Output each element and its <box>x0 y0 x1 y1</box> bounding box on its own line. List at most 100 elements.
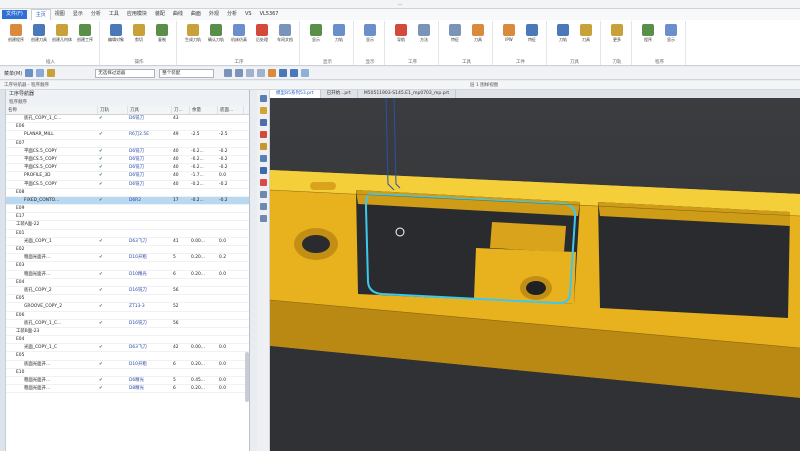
menu-label[interactable]: 菜单(M) <box>4 70 22 77</box>
ribbon-button[interactable]: 剪切 <box>128 23 150 53</box>
ribbon-button[interactable]: 导航 <box>390 23 412 53</box>
operation-row[interactable]: E04 <box>6 279 249 287</box>
operation-row[interactable]: E04 <box>6 336 249 345</box>
zoom-icon[interactable] <box>260 95 267 102</box>
menu-item[interactable]: 视图 <box>51 9 69 20</box>
menu-item[interactable]: 曲线 <box>169 9 187 20</box>
ribbon-button[interactable]: 复制 <box>151 23 173 53</box>
operation-row[interactable]: 平面CS.5_COPY ✔ D6铣刀 40 -0.2... -0.2 <box>6 181 249 189</box>
ribbon-button[interactable]: 特征 <box>444 23 466 53</box>
orient-icon[interactable] <box>260 107 267 114</box>
section-icon[interactable] <box>260 119 267 126</box>
operation-row[interactable]: E07 <box>6 140 249 148</box>
menu-item[interactable]: 装配 <box>151 9 169 20</box>
fit-icon[interactable] <box>301 69 310 77</box>
document-tab[interactable]: 模型B5系列53.prt <box>270 90 321 98</box>
select-icon[interactable] <box>47 69 56 77</box>
ribbon-button[interactable]: 刀轨 <box>328 23 350 53</box>
ribbon-button[interactable]: 更多 <box>606 23 628 53</box>
ribbon-button[interactable]: 刀具 <box>467 23 489 53</box>
operation-row[interactable]: 工装B面-23 <box>6 328 249 337</box>
operation-row[interactable]: 粗面光面开... ✔ D10精光 6 0.20... 0.0 <box>6 271 249 279</box>
measure-icon[interactable] <box>260 191 267 198</box>
snap-point-icon[interactable] <box>235 69 244 77</box>
ribbon-button[interactable]: 机床仿真 <box>228 23 250 53</box>
menu-item[interactable]: 主页 <box>30 9 51 20</box>
ribbon-button[interactable]: 车间文档 <box>274 23 296 53</box>
document-tab[interactable]: 已开始...prt <box>321 90 358 98</box>
camera-icon[interactable] <box>260 155 267 162</box>
operation-row[interactable]: PROFILE_3D ✔ D6铣刀 40 -1.7... 0.0 <box>6 172 249 181</box>
column-header[interactable]: 刀轨 <box>98 106 128 114</box>
operation-row[interactable]: 工装A面-22 <box>6 221 249 230</box>
column-header[interactable]: 底面... <box>218 106 244 114</box>
menu-item[interactable]: 分析 <box>87 9 105 20</box>
view-cube-icon[interactable] <box>268 69 277 77</box>
layer-icon[interactable] <box>260 143 267 150</box>
ribbon-button[interactable]: 显示 <box>305 23 327 53</box>
history-icon[interactable] <box>260 131 267 138</box>
record-icon[interactable] <box>260 179 267 186</box>
operation-row[interactable]: 平面CS.5_COPY ✔ D6铣刀 40 -0.2... -0.2 <box>6 164 249 173</box>
ribbon-button[interactable]: 生成刀轨 <box>182 23 204 53</box>
operation-row[interactable]: E05 <box>6 352 249 361</box>
operation-row[interactable]: E17 <box>6 213 249 222</box>
ribbon-button[interactable]: 创建工序 <box>74 23 96 53</box>
operation-row[interactable]: 粗面光面开... ✔ D8精光 6 0.20... 0.0 <box>6 385 249 394</box>
ribbon-button[interactable]: 刀具 <box>575 23 597 53</box>
menu-item[interactable]: 显示 <box>69 9 87 20</box>
menu-item[interactable]: 曲面 <box>187 9 205 20</box>
ribbon-button[interactable]: 创建程序 <box>5 23 27 53</box>
operation-row[interactable]: 平面CS.5_COPY ✔ D6铣刀 40 -0.2... -0.2 <box>6 148 249 156</box>
ribbon-button[interactable]: 刀轨 <box>552 23 574 53</box>
ribbon-button[interactable]: 创建刀具 <box>28 23 50 53</box>
ribbon-button[interactable]: 特征 <box>521 23 543 53</box>
operation-row[interactable]: E03 <box>6 262 249 271</box>
graphics-viewport[interactable] <box>270 98 800 451</box>
filter-select[interactable]: 无选择过滤器 <box>95 68 156 78</box>
ribbon-button[interactable]: 创建几何体 <box>51 23 73 53</box>
note-icon[interactable] <box>260 203 267 210</box>
snap-icon[interactable] <box>224 69 233 77</box>
operation-row[interactable]: E05 <box>6 295 249 304</box>
operation-row[interactable]: 粗面光面开... ✔ D6精光 5 0.45... 0.0 <box>6 377 249 386</box>
operation-row[interactable]: PLANAR_MILL ✔ R6刀2.5E 49 -2.5 -2.5 <box>6 131 249 140</box>
operation-row[interactable]: E01 <box>6 230 249 238</box>
column-header[interactable]: 刀具 <box>128 106 172 114</box>
operation-row[interactable]: 粗面光面开... ✔ D10开粗 5 0.20... 0.2 <box>6 254 249 263</box>
undo-icon[interactable] <box>25 69 34 77</box>
navigator-scrollbar[interactable] <box>245 352 249 402</box>
light-icon[interactable] <box>260 167 267 174</box>
file-menu-button[interactable]: 文件(F) <box>2 10 27 19</box>
document-tab[interactable]: M50511903-S145.E1_mp0703_mp.prt <box>358 90 457 98</box>
operation-row[interactable]: 平面CS.5_COPY ✔ D6铣刀 40 -0.2... -0.2 <box>6 156 249 165</box>
operation-row[interactable]: E06 <box>6 312 249 320</box>
ribbon-button[interactable]: 编辑对象 <box>105 23 127 53</box>
column-header[interactable]: 刀... <box>172 106 190 114</box>
column-header[interactable]: 余量 <box>190 106 218 114</box>
ribbon-button[interactable]: 方法 <box>413 23 435 53</box>
assembly-select[interactable]: 整个装配 <box>159 68 215 78</box>
column-header[interactable]: 名称 <box>6 106 98 114</box>
menu-item[interactable]: VS <box>241 9 256 20</box>
wire-icon[interactable] <box>290 69 299 77</box>
scene-icon[interactable] <box>260 215 267 222</box>
operation-row[interactable]: 底孔_COPY_1_C... ✔ D6铣刀 43 <box>6 115 249 124</box>
navigator-view[interactable]: 程序顺序 <box>6 99 249 106</box>
operation-row[interactable]: 底面光面开... ✔ D10开粗 6 0.20... 0.0 <box>6 361 249 369</box>
menu-item[interactable]: 应用模块 <box>123 9 151 20</box>
operation-row[interactable]: 底孔_COPY_1_C... ✔ D16铣刀 56 <box>6 320 249 328</box>
snap-end-icon[interactable] <box>246 69 255 77</box>
operation-row[interactable]: E08 <box>6 189 249 197</box>
menu-item[interactable]: 外观 <box>205 9 223 20</box>
ribbon-button[interactable]: 确认刀轨 <box>205 23 227 53</box>
operation-row[interactable]: E09 <box>6 205 249 214</box>
operation-row[interactable]: E06 <box>6 123 249 132</box>
ribbon-button[interactable]: IPW <box>498 23 520 53</box>
operation-row[interactable]: 底孔_COPY_2 ✔ D16铣刀 56 <box>6 287 249 296</box>
render-icon[interactable] <box>279 69 288 77</box>
redo-icon[interactable] <box>36 69 45 77</box>
menu-item[interactable]: 分析 <box>223 9 241 20</box>
operation-row[interactable]: FIXED_CONTO... ✔ D6R2 17 -0.2... -0.2 <box>6 196 249 206</box>
ribbon-button[interactable]: 显示 <box>359 23 381 53</box>
